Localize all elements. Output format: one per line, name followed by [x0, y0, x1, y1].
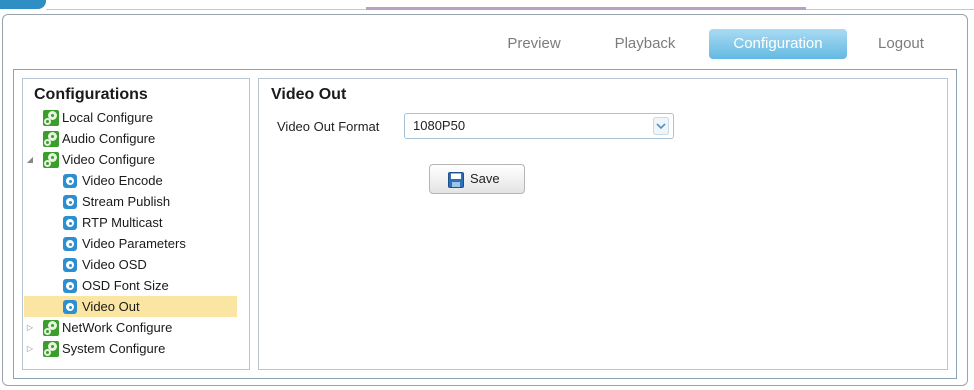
video-out-format-select[interactable]: 1080P50	[404, 113, 674, 139]
sidebar-title: Configurations	[34, 86, 148, 103]
sidebar-item-label: Stream Publish	[82, 194, 171, 209]
sidebar-item-local-configure[interactable]: Local Configure	[23, 107, 249, 128]
logo-tab	[0, 0, 46, 9]
sidebar-item-video-parameters[interactable]: Video Parameters	[23, 233, 249, 254]
sidebar-item-network-configure[interactable]: ▷ NetWork Configure	[23, 317, 249, 338]
collapsed-arrow-icon[interactable]: ▷	[26, 317, 34, 338]
gear-blue-icon	[63, 279, 77, 293]
expanded-arrow-icon[interactable]: ◢	[26, 149, 34, 170]
sidebar-item-label: Video Out	[82, 299, 140, 314]
sidebar-item-label: Video OSD	[82, 257, 147, 272]
main-panel: Video Out Video Out Format 1080P50 Save	[258, 78, 948, 370]
page-title: Video Out	[271, 86, 347, 103]
gear-blue-icon	[63, 258, 77, 272]
top-decoration-strip	[0, 0, 974, 14]
sidebar-item-stream-publish[interactable]: Stream Publish	[23, 191, 249, 212]
content-area: Configurations Local Configure Audio Con…	[13, 69, 957, 379]
tab-preview[interactable]: Preview	[491, 29, 577, 59]
top-divider-right	[806, 9, 974, 10]
chevron-down-icon	[653, 117, 669, 135]
sidebar-item-video-out[interactable]: Video Out	[24, 296, 237, 317]
sidebar-item-osd-font-size[interactable]: OSD Font Size	[23, 275, 249, 296]
top-divider	[46, 9, 366, 10]
sidebar-item-label: OSD Font Size	[82, 278, 169, 293]
app-frame: Preview Playback Configuration Logout Co…	[2, 14, 968, 386]
sidebar-item-label: Local Configure	[62, 110, 154, 125]
top-navigation: Preview Playback Configuration Logout	[3, 15, 967, 67]
select-value: 1080P50	[413, 118, 466, 133]
sidebar-item-audio-configure[interactable]: Audio Configure	[23, 128, 249, 149]
sidebar-item-system-configure[interactable]: ▷ System Configure	[23, 338, 249, 359]
sidebar-item-label: NetWork Configure	[62, 320, 173, 335]
top-accent-bar	[366, 7, 806, 10]
collapsed-arrow-icon[interactable]: ▷	[26, 338, 34, 359]
gear-green-icon	[43, 320, 59, 336]
sidebar-item-video-osd[interactable]: Video OSD	[23, 254, 249, 275]
sidebar-item-label: Audio Configure	[62, 131, 156, 146]
save-button-label: Save	[470, 171, 500, 186]
gear-green-icon	[43, 131, 59, 147]
sidebar-item-video-encode[interactable]: Video Encode	[23, 170, 249, 191]
gear-blue-icon	[63, 195, 77, 209]
config-sidebar: Configurations Local Configure Audio Con…	[22, 78, 250, 370]
video-out-format-label: Video Out Format	[277, 119, 380, 134]
gear-blue-icon	[63, 237, 77, 251]
tab-playback[interactable]: Playback	[597, 29, 693, 59]
sidebar-item-rtp-multicast[interactable]: RTP Multicast	[23, 212, 249, 233]
gear-green-icon	[43, 152, 59, 168]
sidebar-item-label: Video Encode	[82, 173, 163, 188]
sidebar-item-label: Video Configure	[62, 152, 155, 167]
tab-configuration[interactable]: Configuration	[709, 29, 847, 59]
tab-logout[interactable]: Logout	[861, 29, 941, 59]
gear-blue-icon	[63, 300, 77, 314]
sidebar-item-label: RTP Multicast	[82, 215, 163, 230]
gear-blue-icon	[63, 216, 77, 230]
gear-blue-icon	[63, 174, 77, 188]
sidebar-item-video-configure[interactable]: ◢ Video Configure	[23, 149, 249, 170]
gear-green-icon	[43, 341, 59, 357]
sidebar-item-label: System Configure	[62, 341, 166, 356]
save-button[interactable]: Save	[429, 164, 525, 194]
gear-green-icon	[43, 110, 59, 126]
floppy-disk-icon	[448, 172, 464, 188]
sidebar-item-label: Video Parameters	[82, 236, 186, 251]
